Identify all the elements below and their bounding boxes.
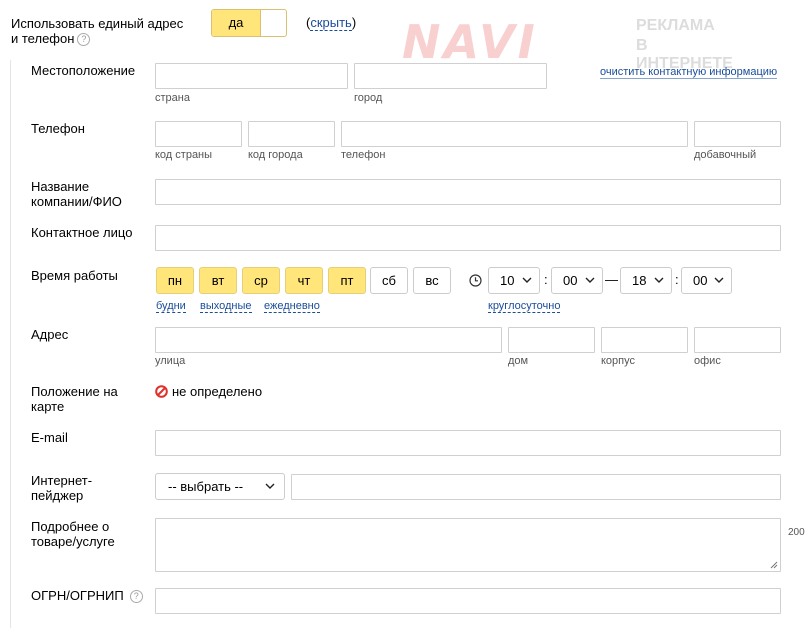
day-button-3[interactable]: чт <box>285 267 323 294</box>
time-dash: — <box>605 272 618 287</box>
day-button-4[interactable]: пт <box>328 267 366 294</box>
hide-link-wrap: (скрыть) <box>306 15 357 31</box>
phone-number-hint: телефон <box>341 149 386 161</box>
address-label: Адрес <box>31 327 69 342</box>
from-hour-select[interactable]: 10 <box>488 267 540 294</box>
from-minute-value: 00 <box>563 273 578 288</box>
details-char-counter: 200 <box>788 527 805 538</box>
hide-link[interactable]: скрыть <box>310 15 352 31</box>
to-minute-value: 00 <box>693 273 708 288</box>
preset-daily[interactable]: ежедневно <box>264 297 320 313</box>
city-code-hint: код города <box>248 149 303 161</box>
unified-toggle[interactable]: да <box>211 9 287 37</box>
to-minute-select[interactable]: 00 <box>681 267 732 294</box>
ogrn-label: ОГРН/ОГРНИП? <box>31 588 143 604</box>
unified-address-label: Использовать единый адрес и телефон? <box>11 16 191 47</box>
messenger-type-value: -- выбрать -- <box>168 479 244 494</box>
unified-address-text: Использовать единый адрес и телефон <box>11 16 184 46</box>
email-label: E-mail <box>31 430 68 445</box>
country-input[interactable] <box>155 63 348 89</box>
messenger-id-input[interactable] <box>291 474 781 500</box>
chevron-down-icon <box>714 277 724 283</box>
clear-contact-info-link[interactable]: очистить контактную информацию <box>600 63 778 79</box>
toggle-on-part[interactable]: да <box>212 10 260 36</box>
clear-contact-info-text[interactable]: очистить контактную информацию <box>600 66 778 79</box>
around-clock-text[interactable]: круглосуточно <box>488 300 561 313</box>
navi-watermark: NAVI РЕКЛАМА В ИНТЕРНЕТЕ <box>402 15 746 72</box>
from-hour-value: 10 <box>500 273 515 288</box>
street-input[interactable] <box>155 327 502 353</box>
chevron-down-icon <box>522 277 532 283</box>
watermark-logo-text: NAVI <box>402 15 538 69</box>
watermark-line1: РЕКЛАМА <box>636 17 715 34</box>
phone-number-input[interactable] <box>341 121 688 147</box>
messenger-type-select[interactable]: -- выбрать -- <box>155 473 285 500</box>
email-input[interactable] <box>155 430 781 456</box>
city-code-input[interactable] <box>248 121 335 147</box>
map-status-text: не определено <box>172 384 263 399</box>
work-time-label: Время работы <box>31 268 118 283</box>
city-input[interactable] <box>354 63 547 89</box>
messenger-label: Интернет-пейджер <box>31 473 93 503</box>
details-textarea[interactable] <box>155 518 781 572</box>
ogrn-label-text: ОГРН/ОГРНИП <box>31 588 124 603</box>
day-button-0[interactable]: пн <box>156 267 194 294</box>
office-input[interactable] <box>694 327 781 353</box>
paren-close: ) <box>351 15 357 30</box>
clock-icon <box>469 274 482 287</box>
location-label: Местоположение <box>31 63 136 78</box>
company-label: Название компании/ФИО <box>31 179 122 209</box>
contact-person-label: Контактное лицо <box>31 225 133 240</box>
to-hour-select[interactable]: 18 <box>620 267 672 294</box>
preset-daily-text[interactable]: ежедневно <box>264 300 320 313</box>
company-input[interactable] <box>155 179 781 205</box>
house-input[interactable] <box>508 327 595 353</box>
day-button-1[interactable]: вт <box>199 267 237 294</box>
toggle-knob[interactable] <box>260 10 261 36</box>
phone-ext-hint: добавочный <box>694 149 757 161</box>
street-hint: улица <box>155 355 186 367</box>
from-minute-select[interactable]: 00 <box>551 267 603 294</box>
map-position-label: Положение на карте <box>31 384 118 414</box>
office-hint: офис <box>694 355 721 367</box>
city-hint: город <box>354 92 383 104</box>
building-hint: корпус <box>601 355 636 367</box>
around-clock-link[interactable]: круглосуточно <box>488 297 561 313</box>
help-icon[interactable]: ? <box>77 33 91 47</box>
chevron-down-icon <box>585 277 595 283</box>
day-button-6[interactable]: вс <box>413 267 451 294</box>
resize-handle-icon[interactable] <box>770 561 778 569</box>
help-icon[interactable]: ? <box>129 590 143 604</box>
chevron-down-icon <box>265 483 275 489</box>
preset-weekdays[interactable]: будни <box>156 297 186 313</box>
to-hour-value: 18 <box>632 273 647 288</box>
chevron-down-icon <box>654 277 664 283</box>
details-label: Подробнее о товаре/услуге <box>31 519 115 549</box>
time-colon-1: : <box>544 272 548 287</box>
day-button-5[interactable]: сб <box>370 267 408 294</box>
country-code-hint: код страны <box>155 149 213 161</box>
phone-label: Телефон <box>31 121 85 136</box>
time-colon-2: : <box>675 272 679 287</box>
phone-ext-input[interactable] <box>694 121 781 147</box>
ogrn-input[interactable] <box>155 588 781 614</box>
preset-weekdays-text[interactable]: будни <box>156 300 186 313</box>
preset-weekends[interactable]: выходные <box>200 297 252 313</box>
not-defined-icon <box>155 385 168 398</box>
house-hint: дом <box>508 355 529 367</box>
preset-weekends-text[interactable]: выходные <box>200 300 252 313</box>
day-button-2[interactable]: ср <box>242 267 280 294</box>
contact-person-input[interactable] <box>155 225 781 251</box>
building-input[interactable] <box>601 327 688 353</box>
country-code-input[interactable] <box>155 121 242 147</box>
section-divider <box>10 60 11 628</box>
country-hint: страна <box>155 92 190 104</box>
